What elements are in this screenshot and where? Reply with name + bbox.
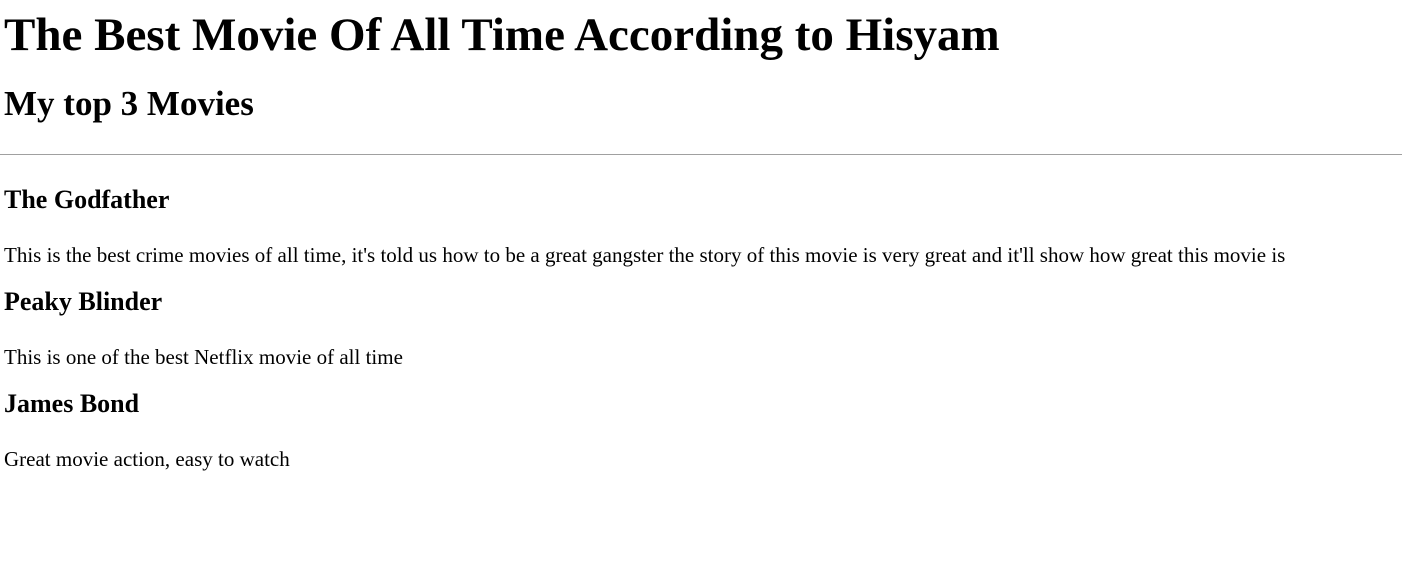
movie-description: This is the best crime movies of all tim… [4, 243, 1286, 267]
page-subtitle: My top 3 Movies [4, 84, 254, 123]
movie-title: Peaky Blinder [4, 287, 163, 316]
movie-title: The Godfather [4, 185, 170, 214]
movie-description: Great movie action, easy to watch [4, 447, 290, 471]
divider [0, 154, 1402, 155]
movie-entry: The Godfather This is the best crime mov… [4, 185, 1398, 268]
page-title: The Best Movie Of All Time According to … [4, 9, 1000, 61]
movie-description: This is one of the best Netflix movie of… [4, 345, 403, 369]
movie-entry: Peaky Blinder This is one of the best Ne… [4, 287, 1398, 370]
movie-title: James Bond [4, 389, 140, 418]
movie-entry: James Bond Great movie action, easy to w… [4, 389, 1398, 472]
page-content: The Best Movie Of All Time According to … [0, 9, 1402, 472]
